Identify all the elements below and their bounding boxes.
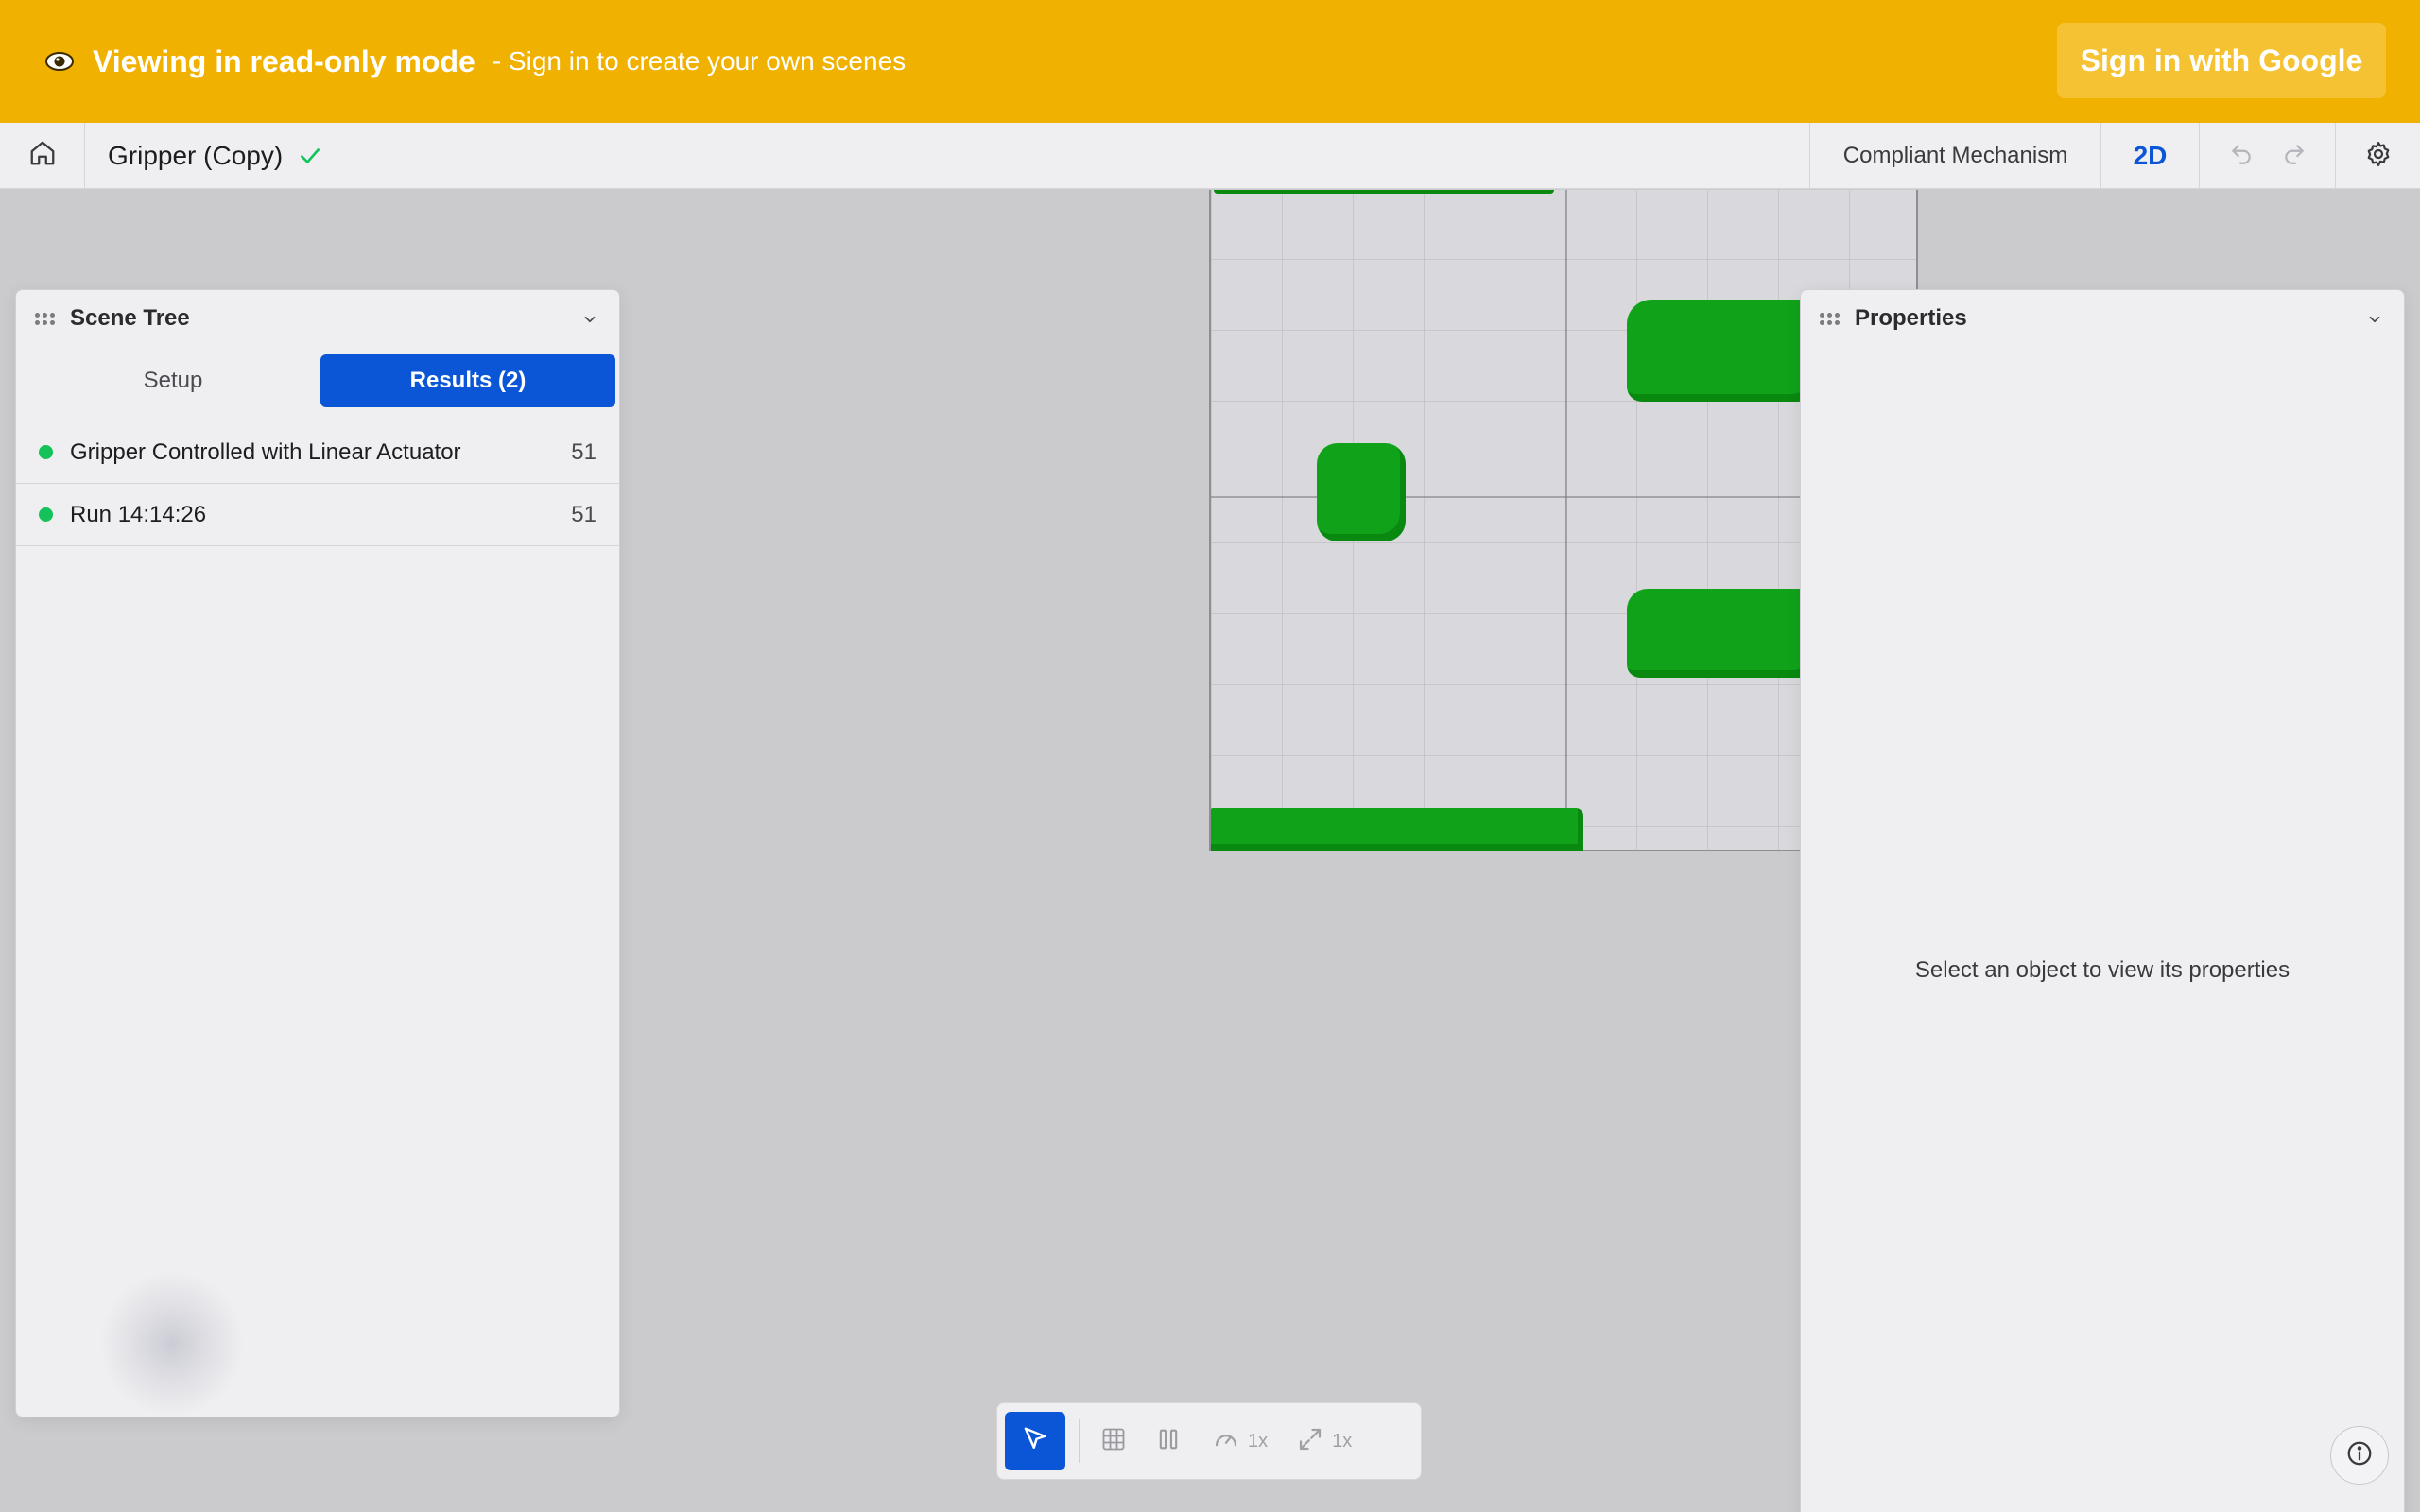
read-only-title: Viewing in read-only mode bbox=[93, 43, 475, 78]
chevron-down-icon[interactable] bbox=[581, 311, 598, 333]
scene-tree-tabs: Setup Results (2) bbox=[26, 354, 615, 407]
drag-handle-icon[interactable] bbox=[35, 312, 55, 325]
mesh-region-right-lower[interactable] bbox=[1627, 589, 1816, 678]
playback-speed-control[interactable]: 1x bbox=[1212, 1412, 1268, 1470]
top-bar: Gripper (Copy) Compliant Mechanism 2D bbox=[0, 122, 2420, 189]
pause-button[interactable] bbox=[1148, 1412, 1189, 1470]
select-tool-button[interactable] bbox=[1005, 1412, 1065, 1470]
top-right-controls: Compliant Mechanism 2D bbox=[1809, 123, 2420, 189]
properties-empty-message: Select an object to view its properties bbox=[1914, 957, 2290, 983]
mesh-region-right-upper[interactable] bbox=[1627, 300, 1816, 402]
grid-axis-vertical bbox=[1565, 190, 1567, 850]
undo-redo-group bbox=[2199, 123, 2335, 189]
grid-icon bbox=[1100, 1426, 1127, 1457]
chevron-down-icon[interactable] bbox=[2366, 311, 2383, 333]
list-item-label: Run 14:14:26 bbox=[70, 501, 207, 527]
home-button[interactable] bbox=[0, 122, 85, 189]
info-button[interactable] bbox=[2330, 1426, 2389, 1485]
mesh-region-top[interactable] bbox=[1214, 190, 1554, 194]
scene-tree-title: Scene Tree bbox=[70, 305, 190, 331]
home-icon bbox=[28, 139, 57, 172]
playback-toolbar: 1x 1x bbox=[996, 1402, 1422, 1480]
scene-tree-panel: Scene Tree Setup Results (2) Gripper Con… bbox=[15, 289, 620, 1418]
undo-icon[interactable] bbox=[2229, 142, 2254, 171]
read-only-subtitle: - Sign in to create your own scenes bbox=[492, 46, 907, 76]
view-mode-toggle[interactable]: 2D bbox=[2100, 123, 2199, 189]
cursor-arrow-icon bbox=[1021, 1425, 1049, 1458]
tab-results[interactable]: Results (2) bbox=[320, 354, 615, 407]
settings-button[interactable] bbox=[2335, 123, 2420, 189]
sign-in-google-button[interactable]: Sign in with Google bbox=[2057, 23, 2386, 98]
mesh-region-center[interactable] bbox=[1317, 443, 1406, 541]
scene-title[interactable]: Gripper (Copy) bbox=[108, 141, 283, 171]
list-item-label: Gripper Controlled with Linear Actuator bbox=[70, 438, 461, 465]
scene-tree-header[interactable]: Scene Tree bbox=[16, 290, 619, 347]
check-icon bbox=[298, 144, 322, 168]
redo-icon[interactable] bbox=[2282, 142, 2307, 171]
read-only-banner: Viewing in read-only mode - Sign in to c… bbox=[0, 0, 2420, 123]
zoom-scale-control[interactable]: 1x bbox=[1296, 1412, 1352, 1470]
tab-setup[interactable]: Setup bbox=[26, 354, 320, 407]
list-item-count: 51 bbox=[571, 501, 596, 527]
eye-icon bbox=[43, 45, 76, 77]
status-dot bbox=[39, 507, 53, 522]
list-item-count: 51 bbox=[571, 438, 596, 465]
blurred-preview bbox=[101, 1273, 243, 1415]
list-item[interactable]: Run 14:14:26 51 bbox=[16, 484, 619, 546]
status-dot bbox=[39, 445, 53, 459]
properties-panel: Properties Select an object to view its … bbox=[1800, 289, 2405, 1512]
properties-header[interactable]: Properties bbox=[1801, 290, 2404, 347]
zoom-value: 1x bbox=[1332, 1430, 1353, 1452]
list-item[interactable]: Gripper Controlled with Linear Actuator … bbox=[16, 421, 619, 484]
pause-icon bbox=[1155, 1426, 1182, 1457]
speed-value: 1x bbox=[1248, 1430, 1269, 1452]
grid-toggle-button[interactable] bbox=[1093, 1412, 1134, 1470]
expand-icon bbox=[1296, 1425, 1324, 1458]
gear-icon bbox=[2364, 140, 2393, 173]
results-list: Gripper Controlled with Linear Actuator … bbox=[16, 421, 619, 546]
toolbar-divider bbox=[1079, 1419, 1080, 1463]
drag-handle-icon[interactable] bbox=[1820, 312, 1840, 325]
info-icon bbox=[2345, 1439, 2374, 1472]
mesh-region-bottom[interactable] bbox=[1211, 808, 1583, 851]
properties-title: Properties bbox=[1855, 305, 1967, 331]
simulation-mode-selector[interactable]: Compliant Mechanism bbox=[1809, 123, 2100, 189]
speedometer-icon bbox=[1212, 1425, 1240, 1458]
